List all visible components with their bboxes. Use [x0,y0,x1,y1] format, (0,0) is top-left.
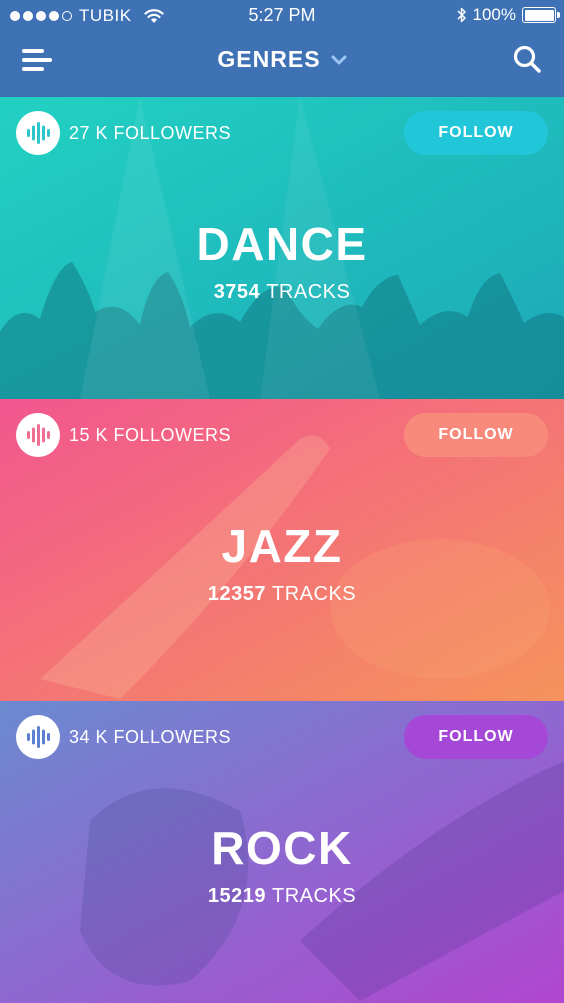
follow-button[interactable]: FOLLOW [404,413,548,457]
track-info: 12357 TRACKS [0,583,564,606]
track-count: 12357 [207,583,266,605]
follow-button-label: FOLLOW [438,426,514,443]
track-count: 15219 [207,885,266,907]
follow-button[interactable]: FOLLOW [404,111,548,155]
followers-count: 15 K FOLLOWERS [69,424,232,445]
genre-title: ROCK [211,822,353,874]
soundwave-icon [16,111,60,155]
track-count: 3754 [213,281,261,303]
genre-title: DANCE [196,218,368,270]
battery-percentage: 100% [472,5,516,24]
bluetooth-icon [456,7,466,23]
battery-icon [522,7,560,23]
genre-card-rock[interactable]: 34 K FOLLOWERS FOLLOW ROCK 15219 TRACKS [0,701,564,1003]
soundwave-icon [16,715,60,759]
nav-bar: GENRES [0,32,564,96]
followers-count: 34 K FOLLOWERS [69,726,232,747]
follow-button-label: FOLLOW [438,728,514,745]
page-title: GENRES [217,46,321,72]
genres-dropdown[interactable]: GENRES [217,46,347,73]
chevron-down-icon [331,55,347,64]
genre-title: JAZZ [221,520,343,572]
tracks-label: TRACKS [272,583,357,605]
genre-card-jazz[interactable]: 15 K FOLLOWERS FOLLOW JAZZ 12357 TRACKS [0,399,564,701]
search-icon[interactable] [512,44,542,74]
tracks-label: TRACKS [266,281,351,303]
follow-button-label: FOLLOW [438,124,514,141]
followers-count: 27 K FOLLOWERS [69,122,232,143]
genre-card-dance[interactable]: 27 K FOLLOWERS FOLLOW DANCE 3754 TRACKS [0,97,564,399]
status-right: 100% [456,5,560,25]
tracks-label: TRACKS [272,885,357,907]
track-info: 3754 TRACKS [0,281,564,304]
track-info: 15219 TRACKS [0,885,564,908]
followers-info: 27 K FOLLOWERS [16,111,231,155]
soundwave-icon [16,413,60,457]
follow-button[interactable]: FOLLOW [404,715,548,759]
followers-info: 34 K FOLLOWERS [16,715,231,759]
status-bar: TUBIK 5:27 PM 100% [0,0,564,32]
followers-info: 15 K FOLLOWERS [16,413,231,457]
